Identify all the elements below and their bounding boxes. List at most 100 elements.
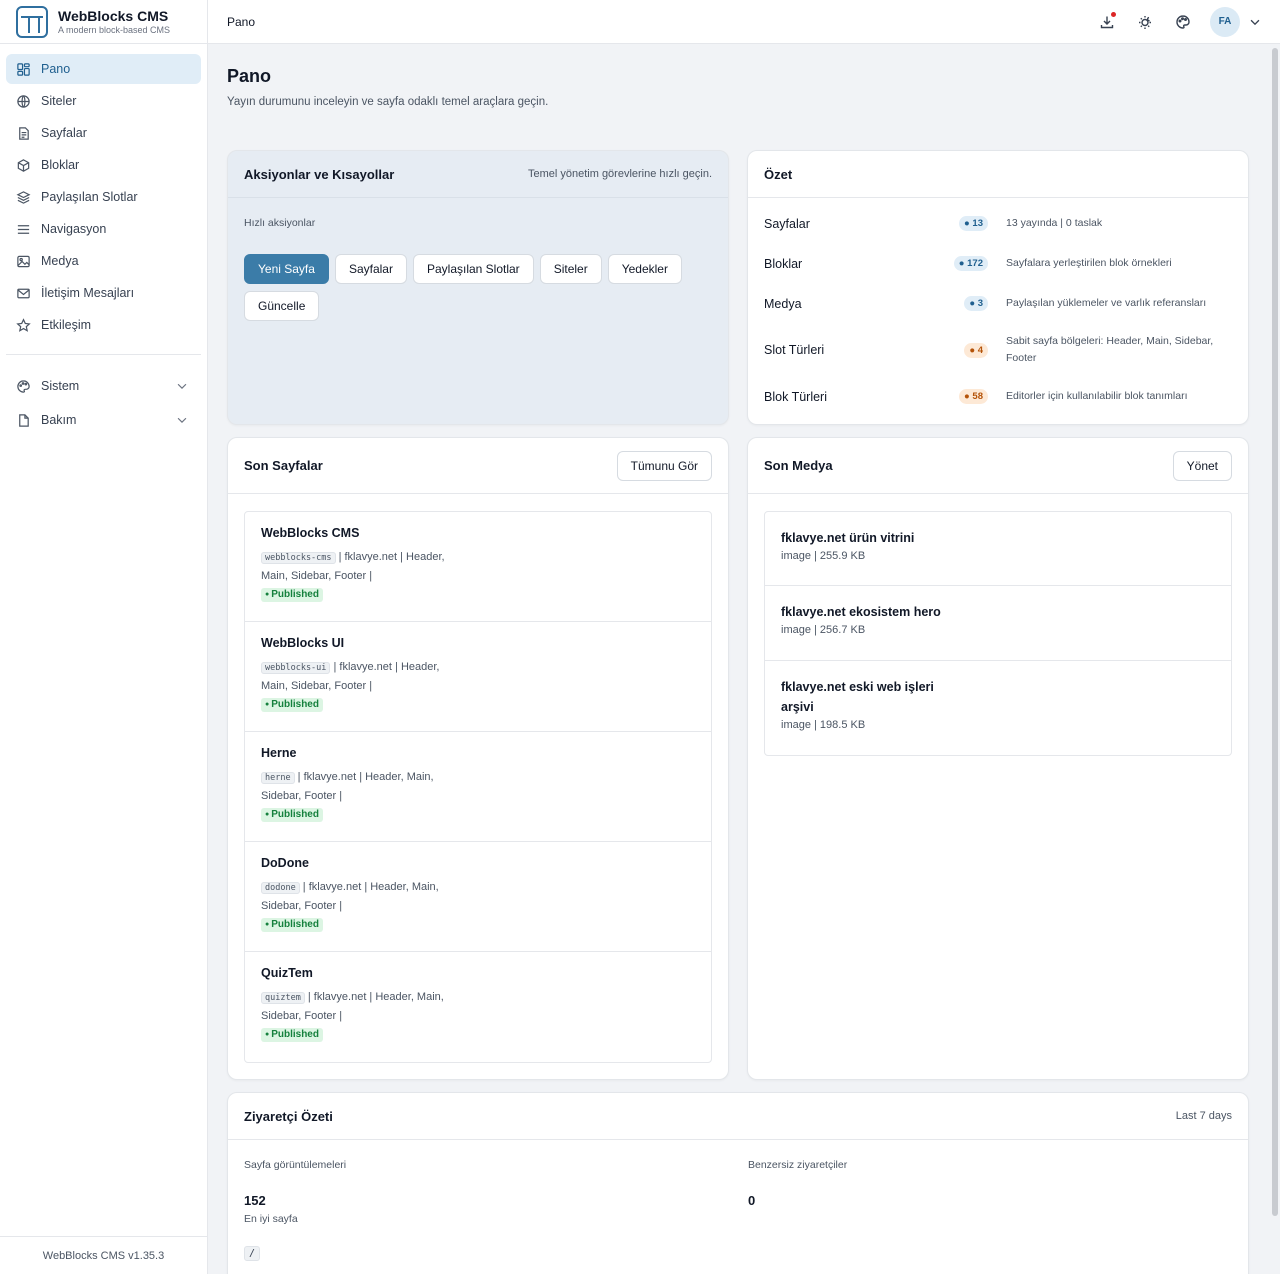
sidebar-group-sistem[interactable]: Sistem <box>6 369 201 403</box>
media-meta: image | 198.5 KB <box>781 719 866 731</box>
summary-row: Slot Türleri ● 4 Sabit sayfa bölgeleri: … <box>764 333 1232 367</box>
download-button[interactable] <box>1096 11 1118 33</box>
shared-slots-button[interactable]: Paylaşılan Slotlar <box>412 254 534 284</box>
sidebar-item-label: Navigasyon <box>41 222 107 236</box>
sidebar-item-pano[interactable]: Pano <box>6 54 201 84</box>
page-slug: quiztem <box>261 992 305 1004</box>
list-item[interactable]: QuizTem quiztem | fklavye.net | Header, … <box>245 952 711 1062</box>
file-icon <box>19 413 29 427</box>
actions-card-title: Aksiyonlar ve Kısayollar <box>244 166 395 182</box>
sidebar-item-label: Pano <box>41 62 71 76</box>
summary-row: Blok Türleri ● 58 Editorler için kullanı… <box>764 388 1232 405</box>
view-all-button[interactable]: Tümunu Gör <box>616 450 712 481</box>
status-badge: Published <box>261 918 323 932</box>
dashboard-icon <box>17 62 30 76</box>
list-item[interactable]: WebBlocks UI webblocks-ui | fklavye.net … <box>245 622 711 732</box>
theme-toggle-button[interactable] <box>1134 11 1156 33</box>
chevron-down-icon <box>177 417 187 424</box>
summary-label: Slot Türleri <box>764 343 825 357</box>
sidebar-item-label: Siteler <box>41 94 77 108</box>
sidebar-item-label: Sayfalar <box>41 126 87 140</box>
page-views-label: Sayfa görüntülemeleri <box>244 1159 347 1171</box>
page-slug: webblocks-ui <box>261 662 331 674</box>
page-slug: dodone <box>261 882 300 894</box>
page-meta: dodone | fklavye.net | Header, Main, Sid… <box>261 878 451 933</box>
pages-button[interactable]: Sayfalar <box>334 254 407 284</box>
chevron-down-icon[interactable] <box>1248 15 1262 29</box>
count-badge: ● 13 <box>959 216 988 231</box>
actions-card-hint: Temel yönetim görevlerine hızlı geçin. <box>527 168 712 180</box>
actions-card-header: Aksiyonlar ve Kısayollar Temel yönetim g… <box>228 151 728 198</box>
sidebar-item-sayfalar[interactable]: Sayfalar <box>6 118 201 148</box>
visitor-summary-card: Ziyaretçi Özeti Last 7 days Sayfa görünt… <box>227 1092 1249 1274</box>
avatar[interactable]: FA <box>1210 6 1240 37</box>
media-meta: image | 255.9 KB <box>781 550 866 562</box>
scrollbar[interactable] <box>1272 48 1278 1216</box>
page-meta: herne | fklavye.net | Header, Main, Side… <box>261 768 451 823</box>
sidebar-item-iletisim-mesajlari[interactable]: İletişim Mesajları <box>6 278 201 308</box>
count-badge: ● 58 <box>959 389 988 404</box>
sidebar-item-navigasyon[interactable]: Navigasyon <box>6 214 201 244</box>
list-item[interactable]: WebBlocks CMS webblocks-cms | fklavye.ne… <box>245 512 711 622</box>
brand-title: WebBlocks CMS <box>58 7 169 24</box>
status-badge: Published <box>261 588 323 602</box>
recent-pages-list: WebBlocks CMS webblocks-cms | fklavye.ne… <box>244 511 712 1063</box>
media-meta: image | 256.7 KB <box>781 624 866 636</box>
sidebar-group-label: Sistem <box>41 379 80 393</box>
list-item[interactable]: fklavye.net ekosistem hero image | 256.7… <box>765 586 1231 661</box>
list-item[interactable]: Herne herne | fklavye.net | Header, Main… <box>245 732 711 842</box>
cube-icon <box>17 158 30 172</box>
sidebar-item-siteler[interactable]: Siteler <box>6 86 201 116</box>
sidebar: WebBlocks CMS A modern block-based CMS P… <box>0 0 208 1274</box>
summary-row: Medya ● 3 Paylaşılan yüklemeler ve varlı… <box>764 295 1232 312</box>
page-meta: quiztem | fklavye.net | Header, Main, Si… <box>261 988 451 1043</box>
summary-label: Bloklar <box>764 256 803 271</box>
summary-description: Sabit sayfa bölgeleri: Header, Main, Sid… <box>1006 335 1214 364</box>
menu-icon <box>17 224 30 234</box>
page-name: WebBlocks CMS <box>261 526 360 540</box>
unique-visitors-value: 0 <box>748 1193 756 1208</box>
visitor-summary-header: Ziyaretçi Özeti Last 7 days <box>228 1093 1248 1140</box>
palette-icon <box>17 379 30 393</box>
sidebar-item-bloklar[interactable]: Bloklar <box>6 150 201 180</box>
actions-card: Aksiyonlar ve Kısayollar Temel yönetim g… <box>227 150 729 425</box>
globe-icon <box>17 94 30 108</box>
logo-icon <box>16 5 48 38</box>
sidebar-nav: Pano Siteler Sayfalar Bloklar Paylaşılan… <box>0 44 207 437</box>
brand-subtitle: A modern block-based CMS <box>58 24 171 35</box>
sites-button[interactable]: Siteler <box>539 254 602 284</box>
sidebar-item-medya[interactable]: Medya <box>6 246 201 276</box>
visitor-range: Last 7 days <box>1175 1110 1232 1122</box>
manage-button[interactable]: Yönet <box>1172 450 1232 481</box>
star-icon <box>16 317 31 332</box>
page-title: Pano <box>227 66 272 86</box>
update-button[interactable]: Güncelle <box>244 291 320 321</box>
page-slug: webblocks-cms <box>261 552 336 564</box>
top-page-path[interactable]: / <box>244 1246 261 1261</box>
page-views-value: 152 <box>244 1193 266 1208</box>
summary-label: Medya <box>764 296 802 311</box>
status-badge: Published <box>261 808 323 822</box>
recent-pages-header: Son Sayfalar Tümunu Gör <box>228 438 728 494</box>
list-item[interactable]: fklavye.net eski web işleri arşivi image… <box>765 661 1231 755</box>
summary-label: Sayfalar <box>764 216 810 231</box>
recent-pages-card: Son Sayfalar Tümunu Gör WebBlocks CMS we… <box>227 437 729 1080</box>
sidebar-group-label: Bakım <box>41 413 77 427</box>
summary-row: Sayfalar ● 13 13 yayında | 0 taslak <box>764 215 1232 232</box>
summary-card-title: Özet <box>764 166 793 182</box>
sidebar-item-label: Etkileşim <box>41 318 92 332</box>
new-page-button[interactable]: Yeni Sayfa <box>244 254 329 284</box>
sidebar-group-bakim[interactable]: Bakım <box>6 403 201 437</box>
list-item[interactable]: fklavye.net ürün vitrini image | 255.9 K… <box>765 512 1231 586</box>
palette-button[interactable] <box>1172 11 1194 33</box>
image-icon <box>17 255 30 267</box>
brand[interactable]: WebBlocks CMS A modern block-based CMS <box>0 0 207 44</box>
recent-media-card: Son Medya Yönet fklavye.net ürün vitrini… <box>747 437 1249 1080</box>
sidebar-item-etkilesim[interactable]: Etkileşim <box>6 310 201 340</box>
palette-icon <box>1176 14 1190 29</box>
backups-button[interactable]: Yedekler <box>607 254 682 284</box>
sidebar-item-paylasilan-slotlar[interactable]: Paylaşılan Slotlar <box>6 182 201 212</box>
recent-media-list: fklavye.net ürün vitrini image | 255.9 K… <box>764 511 1232 756</box>
unique-visitors-label: Benzersiz ziyaretçiler <box>748 1159 848 1171</box>
list-item[interactable]: DoDone dodone | fklavye.net | Header, Ma… <box>245 842 711 952</box>
